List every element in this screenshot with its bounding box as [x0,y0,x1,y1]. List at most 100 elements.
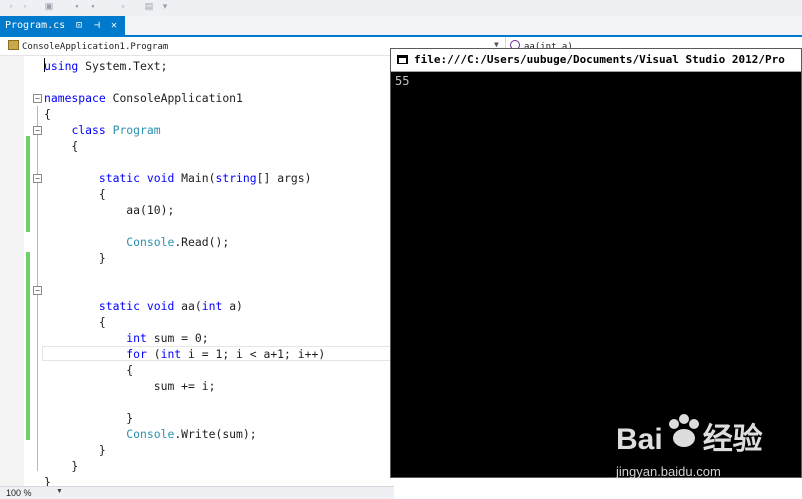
code-token: { [44,139,79,153]
code-token: void [146,299,175,313]
watermark-url: jingyan.baidu.com [616,464,721,479]
code-token: ConsoleApplication1 [105,91,243,105]
code-token: } [44,475,51,486]
toolbar-icon[interactable]: ▫ [118,2,128,11]
code-token: string [215,171,257,185]
class-selector[interactable]: ConsoleApplication1.Program [8,40,168,52]
code-token: static [98,171,141,185]
code-line[interactable]: sum += i; [44,378,216,394]
code-token: static [98,299,141,313]
toolbar-icon[interactable]: ▪ [88,2,98,11]
code-line[interactable]: namespace ConsoleApplication1 [44,90,243,106]
code-token: Console [126,235,175,249]
toolbar-icon[interactable]: ▪ [72,2,82,11]
toolbar-icon[interactable]: ◦ [6,2,16,11]
editor-status-bar: 100 % ▼ [0,486,394,499]
code-line[interactable]: static void aa(int a) [44,298,243,314]
code-token: Console [126,427,175,441]
collapse-icon[interactable]: − [33,286,42,295]
code-line[interactable]: aa(10); [44,202,174,218]
code-token: { [44,315,106,329]
lock-icon: ⊡ [76,20,83,31]
code-token: { [44,363,134,377]
code-line[interactable]: for (int i = 1; i < a+1; i++) [44,346,325,362]
chevron-down-icon[interactable]: ▼ [56,488,63,495]
code-line[interactable]: } [44,474,51,486]
code-line[interactable]: { [44,314,106,330]
code-token: class [71,123,106,137]
code-line[interactable]: } [44,250,106,266]
change-indicator [26,136,30,232]
close-icon[interactable]: ✕ [111,16,117,35]
code-token: System.Text; [78,59,168,73]
code-line[interactable]: } [44,410,133,426]
toolbar-icon[interactable]: ▤ [144,2,154,11]
code-token: } [44,443,106,457]
code-editor[interactable]: − − − − using System.Text; namespace Cons… [0,56,394,486]
pin-icon[interactable]: ⊣ [94,16,100,35]
code-token: } [44,251,106,265]
tab-program-cs[interactable]: Program.cs ⊡ ⊣ ✕ [0,16,125,35]
toolbar-icon[interactable]: ◦ [20,2,30,11]
code-token: void [146,171,175,185]
code-line[interactable]: } [44,458,78,474]
code-line[interactable]: { [44,362,133,378]
collapse-icon[interactable]: − [33,174,42,183]
paw-logo-icon [669,414,699,447]
baidu-watermark: Bai 经验 jingyan.baidu.com [616,408,802,498]
code-token: { [44,107,51,121]
console-title-bar[interactable]: file:///C:/Users/uubuge/Documents/Visual… [391,49,801,72]
code-line[interactable]: Console.Read(); [44,234,229,250]
code-token: a) [222,299,243,313]
code-token: int [201,299,223,313]
code-line[interactable]: } [44,442,106,458]
code-token: Program [112,123,161,137]
class-selector-label: ConsoleApplication1.Program [22,42,169,52]
console-title: file:///C:/Users/uubuge/Documents/Visual… [414,53,785,66]
line-gutter [0,56,24,486]
toolbar: ◦ ◦ ▣ ▪ ▪ ▫ ▤ ▾ [0,0,802,17]
code-token: ( [146,347,161,361]
code-line[interactable]: static void Main(string[] args) [44,170,312,186]
collapse-icon[interactable]: − [33,126,42,135]
toolbar-icon[interactable]: ▣ [44,2,54,11]
code-line[interactable]: int sum = 0; [44,330,209,346]
text-caret [44,58,45,72]
code-line[interactable]: { [44,106,51,122]
code-token: aa(10); [44,203,175,217]
document-tab-row: Program.cs ⊡ ⊣ ✕ [0,16,802,37]
code-line[interactable]: { [44,138,78,154]
code-token: } [44,459,79,473]
code-token: int [160,347,182,361]
code-token: .Read(); [174,235,230,249]
code-token: aa( [174,299,202,313]
class-icon [8,40,19,50]
chevron-down-icon[interactable]: ▾ [160,2,170,11]
code-token: sum = 0; [146,331,209,345]
code-token: using [44,59,79,73]
code-token: Main( [174,171,216,185]
code-token: { [44,187,106,201]
collapse-icon[interactable]: − [33,94,42,103]
code-line[interactable]: { [44,186,106,202]
code-token: i = 1; i < a+1; i++) [181,347,326,361]
code-token: namespace [44,91,106,105]
console-icon [397,55,408,64]
tab-label: Program.cs [5,20,66,31]
change-indicator [26,252,30,440]
code-token: int [126,331,147,345]
code-line[interactable]: class Program [44,122,161,138]
code-token: .Write(sum); [174,427,257,441]
code-line[interactable]: using System.Text; [44,58,167,74]
code-line[interactable]: Console.Write(sum); [44,426,257,442]
